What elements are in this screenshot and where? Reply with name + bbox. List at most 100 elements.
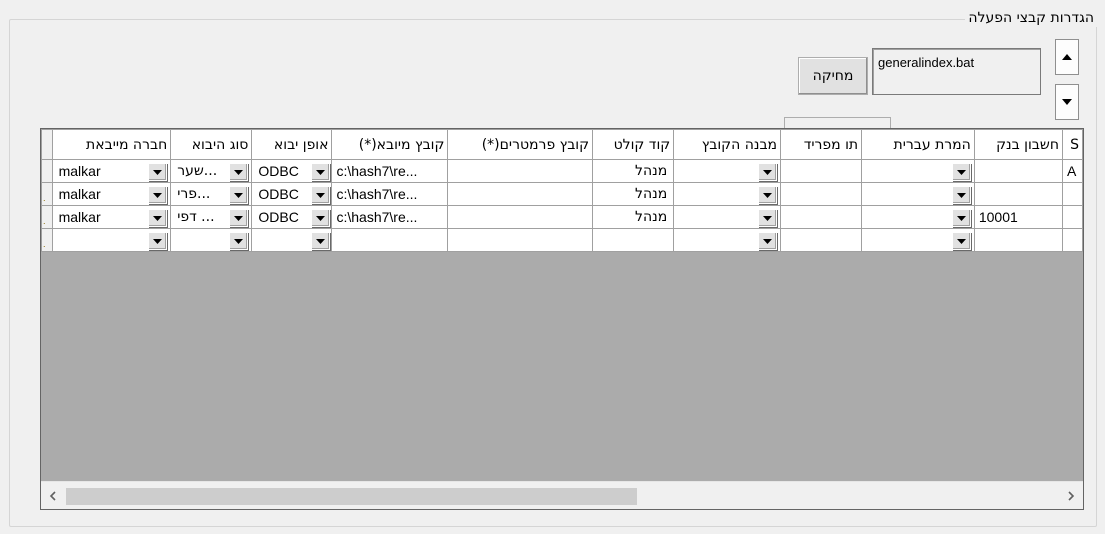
dropdown-arrow-icon xyxy=(763,238,773,244)
grid-cell-separator[interactable] xyxy=(780,228,863,252)
chevron-left-icon[interactable] xyxy=(41,482,65,509)
grid-cell-company[interactable]: malkar xyxy=(51,205,172,229)
grid-cell-hebrew-conv[interactable] xyxy=(861,159,975,183)
dropdown-arrow-icon xyxy=(763,215,773,221)
row-header[interactable]: . xyxy=(41,205,53,229)
grid-cell-extra[interactable] xyxy=(1061,228,1083,252)
grid-cell-file-structure[interactable] xyxy=(673,205,782,229)
dropdown-button[interactable] xyxy=(951,232,971,250)
grid-cell-company[interactable]: malkar xyxy=(51,182,172,206)
grid-cell-bank-account[interactable] xyxy=(973,182,1063,206)
col-header-bank-account[interactable]: חשבון בנק xyxy=(973,129,1063,160)
scrollbar-thumb[interactable] xyxy=(66,488,637,505)
grid-cell-hebrew-conv[interactable] xyxy=(861,182,975,206)
grid-cell-import-type[interactable]: ...שער xyxy=(170,159,253,183)
grid-cell-extra[interactable]: A xyxy=(1061,159,1083,183)
dropdown-button[interactable] xyxy=(148,186,168,204)
grid-cell-import-mode[interactable]: ODBC xyxy=(251,159,333,183)
move-down-button[interactable] xyxy=(1055,84,1079,120)
grid-cell-separator[interactable] xyxy=(780,205,863,229)
dropdown-button[interactable] xyxy=(758,186,778,204)
data-grid[interactable]: חברה מייבאת סוג היבוא אופן יבוא קובץ מיו… xyxy=(40,128,1084,510)
dropdown-button[interactable] xyxy=(148,163,168,181)
grid-cell-params-file[interactable] xyxy=(447,182,594,206)
grid-cell-hebrew-conv[interactable] xyxy=(861,205,975,229)
row-header[interactable]: . xyxy=(41,182,53,206)
grid-cell-separator[interactable] xyxy=(780,182,863,206)
dropdown-arrow-icon xyxy=(956,169,966,175)
table-row[interactable]: malkar ...שער ODBC c:\hash7\re... מנהל A xyxy=(41,159,1083,183)
dropdown-button[interactable] xyxy=(229,186,249,204)
file-list-item[interactable]: generalindex.bat xyxy=(878,55,974,70)
col-header-hebrew-conversion[interactable]: המרת עברית xyxy=(861,129,975,160)
grid-cell-company[interactable] xyxy=(51,228,172,252)
dropdown-button[interactable] xyxy=(311,186,331,204)
dropdown-button[interactable] xyxy=(951,163,971,181)
dropdown-button[interactable] xyxy=(229,232,249,250)
grid-cell-imported-file[interactable]: c:\hash7\re... xyxy=(331,205,449,229)
grid-cell-imported-file[interactable]: c:\hash7\re... xyxy=(331,182,449,206)
grid-cell-hebrew-conv[interactable] xyxy=(861,228,975,252)
file-listbox[interactable]: generalindex.bat xyxy=(872,48,1041,95)
col-header-extra[interactable]: S xyxy=(1061,129,1083,160)
grid-cell-separator[interactable] xyxy=(780,159,863,183)
col-header-import-type[interactable]: סוג היבוא xyxy=(170,129,253,160)
delete-button[interactable]: מחיקה xyxy=(798,57,868,95)
grid-cell-import-type[interactable]: ...פרי xyxy=(170,182,253,206)
grid-cell-imported-file[interactable]: c:\hash7\re... xyxy=(331,159,449,183)
dropdown-button[interactable] xyxy=(229,209,249,227)
dropdown-arrow-icon xyxy=(234,215,244,221)
dropdown-button[interactable] xyxy=(311,163,331,181)
col-header-collector-code[interactable]: קוד קולט xyxy=(592,129,675,160)
col-header-params-file[interactable]: קובץ פרמטרים(*) xyxy=(447,129,594,160)
grid-cell-file-structure[interactable] xyxy=(673,182,782,206)
grid-cell-file-structure[interactable] xyxy=(673,228,782,252)
dropdown-button[interactable] xyxy=(148,232,168,250)
grid-cell-extra[interactable] xyxy=(1061,182,1083,206)
move-up-button[interactable] xyxy=(1055,39,1079,75)
chevron-right-icon[interactable] xyxy=(1059,482,1083,509)
row-header[interactable]: . xyxy=(41,228,53,252)
grid-cell-params-file[interactable] xyxy=(447,228,594,252)
row-header[interactable] xyxy=(41,159,53,183)
cell-value: malkar xyxy=(58,186,101,202)
grid-cell-extra[interactable] xyxy=(1061,205,1083,229)
grid-cell-params-file[interactable] xyxy=(447,159,594,183)
horizontal-scrollbar[interactable] xyxy=(41,481,1083,509)
grid-cell-company[interactable]: malkar xyxy=(51,159,172,183)
grid-cell-collector-code[interactable] xyxy=(592,228,675,252)
grid-cell-import-mode[interactable] xyxy=(251,228,333,252)
grid-cell-bank-account[interactable] xyxy=(973,228,1063,252)
col-header-separator[interactable]: תו מפריד xyxy=(780,129,863,160)
dropdown-button[interactable] xyxy=(311,209,331,227)
grid-cell-imported-file[interactable] xyxy=(331,228,449,252)
col-header-company[interactable]: חברה מייבאת xyxy=(51,129,172,160)
col-header-import-mode[interactable]: אופן יבוא xyxy=(251,129,333,160)
cell-value: A xyxy=(1066,163,1077,179)
dropdown-button[interactable] xyxy=(951,209,971,227)
dropdown-button[interactable] xyxy=(148,209,168,227)
grid-cell-params-file[interactable] xyxy=(447,205,594,229)
col-header-imported-file[interactable]: קובץ מיובא(*) xyxy=(331,129,449,160)
grid-cell-import-type[interactable] xyxy=(170,228,253,252)
table-row[interactable]: . malkar ...פרי ODBC c:\hash7\re... מנהל xyxy=(41,182,1083,206)
grid-cell-collector-code[interactable]: מנהל xyxy=(592,205,675,229)
grid-cell-import-mode[interactable]: ODBC xyxy=(251,205,333,229)
table-row[interactable]: . xyxy=(41,228,1083,252)
grid-cell-import-type[interactable]: ... דפי xyxy=(170,205,253,229)
dropdown-button[interactable] xyxy=(951,186,971,204)
grid-cell-bank-account[interactable]: 10001 xyxy=(973,205,1063,229)
grid-cell-collector-code[interactable]: מנהל xyxy=(592,159,675,183)
dropdown-button[interactable] xyxy=(758,209,778,227)
grid-cell-bank-account[interactable] xyxy=(973,159,1063,183)
grid-cell-file-structure[interactable] xyxy=(673,159,782,183)
grid-cell-collector-code[interactable]: מנהל xyxy=(592,182,675,206)
dropdown-button[interactable] xyxy=(311,232,331,250)
dropdown-button[interactable] xyxy=(229,163,249,181)
col-header-file-structure[interactable]: מבנה הקובץ xyxy=(673,129,782,160)
dropdown-button[interactable] xyxy=(758,163,778,181)
dropdown-button[interactable] xyxy=(758,232,778,250)
grid-cell-import-mode[interactable]: ODBC xyxy=(251,182,333,206)
table-row[interactable]: . malkar ... דפי ODBC c:\hash7\re... מנהל 1000… xyxy=(41,205,1083,229)
cell-value: מנהל xyxy=(634,163,668,179)
